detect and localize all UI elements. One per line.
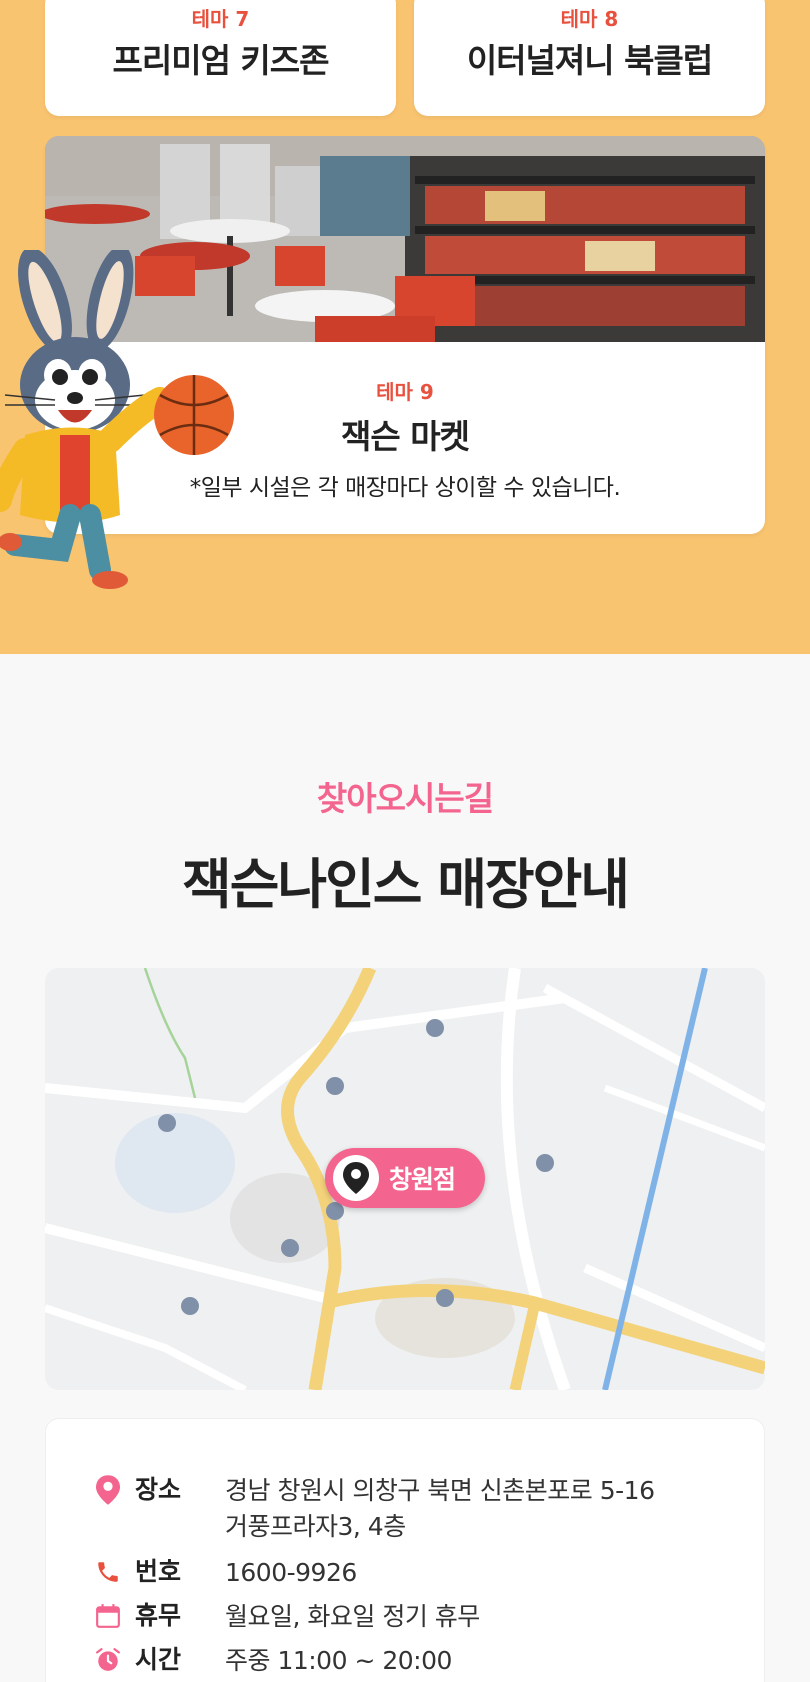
theme-number: 테마 8: [560, 7, 619, 31]
info-row-place: 장소 경남 창원시 의창구 북면 신촌본포로 5-16 거풍프라자3, 4층: [91, 1473, 655, 1545]
location-pin-icon: [333, 1155, 379, 1201]
section-eyebrow: 찾아오시는길: [316, 779, 494, 818]
address-line-1: 경남 창원시 의창구 북면 신촌본포로 5-16: [225, 1476, 655, 1505]
store-map[interactable]: 창원점: [45, 968, 765, 1390]
info-label: 시간: [135, 1645, 182, 1674]
info-row-closed: 휴무 월요일, 화요일 정기 휴무: [91, 1599, 480, 1635]
info-label: 휴무: [135, 1601, 182, 1630]
theme-title: 이터널져니 북클럽: [466, 41, 713, 80]
calendar-icon: [91, 1599, 125, 1633]
rabbit-mascot-illustration: [0, 250, 234, 589]
phone-icon: [91, 1555, 125, 1589]
pin-label: 창원점: [389, 1165, 456, 1194]
phone-number[interactable]: 1600-9926: [225, 1555, 357, 1591]
closed-days: 월요일, 화요일 정기 휴무: [225, 1602, 480, 1631]
address-line-2: 거풍프라자3, 4층: [225, 1512, 406, 1541]
alarm-clock-icon: [91, 1643, 125, 1677]
info-row-hours: 시간 주중 11:00 ~ 20:00: [91, 1643, 452, 1679]
info-label: 장소: [135, 1475, 182, 1504]
theme-number: 테마 7: [191, 7, 250, 31]
info-row-phone: 번호 1600-9926: [91, 1555, 357, 1591]
location-pin-icon: [91, 1473, 125, 1507]
theme-card-7: 테마 7 프리미엄 키즈존: [45, 0, 396, 116]
info-label: 번호: [135, 1557, 182, 1586]
themes-section: 테마 7 프리미엄 키즈존 테마 8 이터널져니 북클럽 테마 9 잭슨 마켓 …: [0, 0, 810, 654]
store-location-pin[interactable]: 창원점: [325, 1148, 485, 1208]
store-info-card: 장소 경남 창원시 의창구 북면 신촌본포로 5-16 거풍프라자3, 4층 번…: [45, 1418, 765, 1682]
theme-card-8: 테마 8 이터널져니 북클럽: [414, 0, 765, 116]
opening-hours: 주중 11:00 ~ 20:00: [225, 1646, 452, 1675]
section-title: 잭슨나인스 매장안내: [182, 853, 630, 916]
theme-title: 프리미엄 키즈존: [112, 41, 329, 80]
